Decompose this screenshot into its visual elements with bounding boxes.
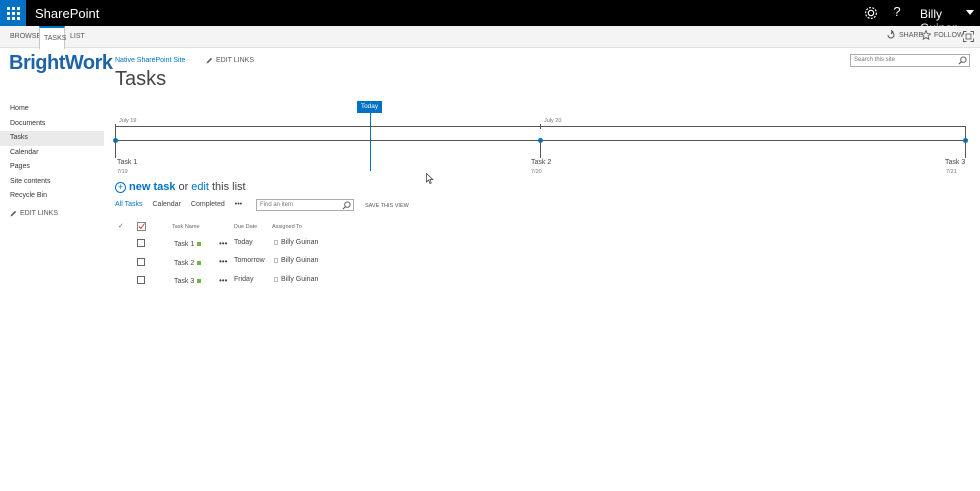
this-list-text: this list: [212, 181, 246, 193]
new-task-bar: + new task or edit this list: [115, 181, 246, 193]
task-link[interactable]: Task 2: [174, 260, 194, 267]
new-item-icon: [197, 279, 202, 284]
nav-edit-links-label: EDIT LINKS: [20, 209, 58, 217]
site-breadcrumb-link[interactable]: Native SharePoint Site: [115, 57, 185, 64]
task-complete-checkbox[interactable]: [137, 276, 145, 284]
table-row-task-name: Task 3: [174, 278, 202, 285]
share-button[interactable]: SHARE: [886, 30, 923, 40]
follow-button[interactable]: FOLLOW: [921, 30, 964, 40]
timeline-milestone-stem: [115, 140, 116, 158]
edit-list-link[interactable]: edit: [191, 181, 209, 193]
timeline-task-date: 7/21: [946, 169, 957, 175]
suite-bar: SharePoint ? Billy Guinan: [0, 0, 980, 35]
task-complete-checkbox[interactable]: [137, 258, 145, 266]
site-logo[interactable]: BrightWork: [9, 52, 113, 75]
share-icon: [887, 30, 895, 39]
select-all-check[interactable]: ✓: [118, 222, 124, 230]
new-item-icon: [197, 261, 202, 266]
help-icon[interactable]: ?: [890, 4, 904, 19]
nav-item-pages[interactable]: Pages: [0, 160, 104, 175]
timeline-today-marker: Today: [357, 101, 382, 113]
timeline-task-name[interactable]: Task 1: [117, 159, 137, 166]
nav-item-tasks[interactable]: Tasks: [0, 131, 104, 146]
table-row-task-name: Task 2: [174, 260, 202, 267]
column-header-due-date[interactable]: Due Date: [234, 224, 257, 230]
task-link[interactable]: Task 3: [174, 278, 194, 285]
new-task-or-text: or: [178, 181, 189, 193]
site-search-input[interactable]: Search this site: [850, 54, 970, 67]
gear-icon[interactable]: [862, 4, 880, 22]
find-item-input[interactable]: Find an item: [256, 199, 354, 211]
nav-item-calendar[interactable]: Calendar: [0, 146, 104, 161]
item-menu-button[interactable]: •••: [219, 257, 227, 266]
timeline-date-label: July 19: [119, 118, 137, 124]
task-due-date: Tomorrow: [234, 257, 265, 264]
pencil-icon: [206, 57, 213, 64]
focus-mode-icon[interactable]: [963, 31, 974, 42]
nav-item-documents[interactable]: Documents: [0, 117, 104, 132]
new-item-icon: [197, 242, 202, 247]
search-icon[interactable]: [958, 56, 967, 65]
app-launcher-icon[interactable]: [0, 0, 26, 26]
timeline-date-label: July 20: [544, 118, 562, 124]
presence-icon: [274, 276, 278, 282]
presence-icon: [274, 257, 278, 263]
task-due-date: Today: [234, 239, 253, 246]
share-label: SHARE: [899, 31, 924, 39]
column-header-assigned-to[interactable]: Assigned To: [272, 224, 302, 230]
timeline-task-date: 7/20: [531, 169, 542, 175]
site-search-placeholder: Search this site: [854, 57, 896, 63]
new-task-link[interactable]: new task: [129, 181, 175, 193]
page-title: Tasks: [115, 68, 167, 90]
nav-item-site-contents[interactable]: Site contents: [0, 175, 104, 190]
search-icon[interactable]: [342, 201, 351, 210]
timeline-milestone-stem: [540, 140, 541, 158]
assignee-link[interactable]: Billy Guinan: [281, 257, 318, 264]
timeline-task-name[interactable]: Task 3: [945, 159, 965, 166]
assignee-link[interactable]: Billy Guinan: [281, 276, 318, 283]
nav-edit-links-button[interactable]: EDIT LINKS: [0, 210, 104, 217]
edit-links-label: EDIT LINKS: [216, 57, 254, 64]
item-menu-button[interactable]: •••: [219, 276, 227, 285]
task-complete-checkbox[interactable]: [137, 239, 145, 247]
completed-checkbox-header-icon[interactable]: [137, 222, 146, 231]
timeline-milestone-stem: [965, 140, 966, 158]
column-header-task-name[interactable]: Task Name: [172, 224, 200, 230]
pencil-icon: [10, 210, 17, 216]
timeline-task-date: 7/19: [117, 169, 128, 175]
task-assigned-to: Billy Guinan: [274, 276, 318, 283]
more-views-button[interactable]: •••: [235, 201, 242, 208]
view-completed[interactable]: Completed: [191, 201, 225, 208]
find-item-placeholder: Find an item: [260, 202, 294, 208]
add-icon[interactable]: +: [115, 181, 126, 193]
quick-launch: Home Documents Tasks Calendar Pages Site…: [0, 102, 104, 217]
presence-icon: [274, 239, 278, 245]
timeline-today-line: [370, 113, 371, 171]
table-row-task-name: Task 1: [174, 241, 202, 248]
view-all-tasks[interactable]: All Tasks: [115, 201, 143, 208]
timeline-task-name[interactable]: Task 2: [531, 159, 551, 166]
view-selector: All Tasks Calendar Completed •••: [115, 201, 242, 208]
tab-list[interactable]: LIST: [66, 26, 89, 48]
task-due-date: Friday: [234, 276, 254, 283]
edit-links-button[interactable]: EDIT LINKS: [206, 57, 254, 64]
task-assigned-to: Billy Guinan: [274, 257, 318, 264]
app-title[interactable]: SharePoint: [35, 6, 99, 21]
mouse-cursor-icon: [426, 173, 434, 184]
follow-label: FOLLOW: [934, 31, 964, 39]
chevron-down-icon[interactable]: [966, 10, 974, 15]
item-menu-button[interactable]: •••: [219, 239, 227, 248]
star-icon: [921, 30, 931, 40]
nav-item-home[interactable]: Home: [0, 102, 104, 117]
ribbon-bar: BROWSE TASKS LIST SHARE FOLLOW: [0, 26, 980, 49]
view-calendar[interactable]: Calendar: [153, 201, 181, 208]
save-view-button[interactable]: SAVE THIS VIEW: [365, 203, 409, 209]
assignee-link[interactable]: Billy Guinan: [281, 239, 318, 246]
task-link[interactable]: Task 1: [174, 241, 194, 248]
task-assigned-to: Billy Guinan: [274, 239, 318, 246]
tab-tasks[interactable]: TASKS: [39, 26, 66, 49]
nav-item-recycle-bin[interactable]: Recycle Bin: [0, 189, 104, 204]
